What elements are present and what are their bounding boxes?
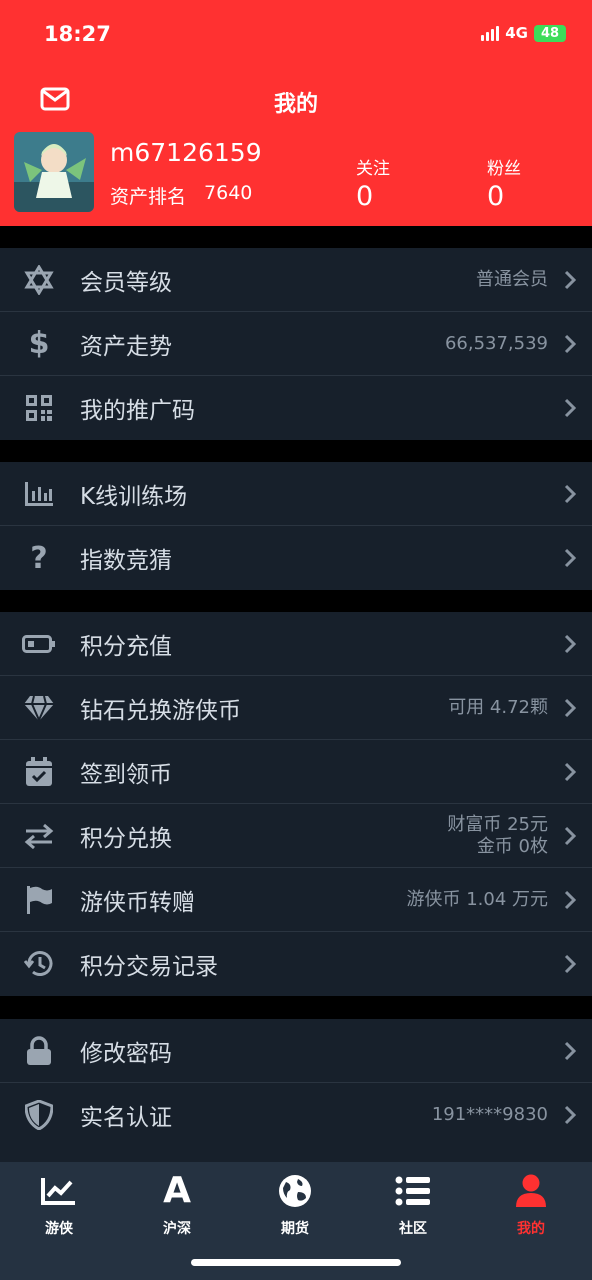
member-level-value: 普通会员 (476, 268, 548, 290)
account-section: 会员等级 普通会员 $ 资产走势 66,537,539 我的推广码 (0, 248, 592, 440)
following-count: 0 (356, 181, 374, 212)
kline-training-row[interactable]: K线训练场 (0, 462, 592, 526)
rank-label: 资产排名 (110, 186, 187, 208)
coin-balance: 游侠币 1.04 万元 (406, 888, 548, 910)
tab-label: 游侠 (45, 1221, 73, 1237)
letter-a-icon: A (163, 1170, 191, 1211)
change-password-row[interactable]: 修改密码 (0, 1019, 592, 1083)
asset-trend-row[interactable]: $ 资产走势 66,537,539 (0, 312, 592, 376)
real-name-row[interactable]: 实名认证 191****9830 (0, 1083, 592, 1147)
status-indicators: 4G 48 (481, 24, 566, 42)
username: m67126159 (110, 138, 262, 167)
bar-chart-icon (22, 477, 56, 511)
tab-futures[interactable]: 期货 (240, 1172, 350, 1238)
exchange-arrows-icon (22, 819, 56, 853)
points-section: 积分充值 钻石兑换游侠币 可用 4.72颗 签到领币 积分兑换 财富币 25元 … (0, 612, 592, 996)
tab-mine[interactable]: 我的 (476, 1172, 586, 1238)
sign-in-label: 签到领币 (80, 761, 172, 788)
diamond-available: 可用 4.72颗 (448, 696, 548, 718)
lock-icon (22, 1034, 56, 1068)
points-recharge-label: 积分充值 (80, 633, 172, 660)
globe-icon (240, 1172, 350, 1210)
promo-code-row[interactable]: 我的推广码 (0, 376, 592, 440)
shield-icon (22, 1098, 56, 1132)
points-history-row[interactable]: 积分交易记录 (0, 932, 592, 996)
change-password-label: 修改密码 (80, 1040, 172, 1067)
wealth-coin-balance: 财富币 25元 (447, 813, 548, 835)
network-type: 4G (505, 24, 528, 42)
member-level-row[interactable]: 会员等级 普通会员 (0, 248, 592, 312)
tab-label: 我的 (517, 1221, 545, 1237)
list-icon (358, 1172, 468, 1210)
chevron-right-icon (564, 1105, 576, 1125)
diamond-icon (22, 691, 56, 725)
chevron-right-icon (564, 270, 576, 289)
sign-in-row[interactable]: 签到领币 (0, 740, 592, 804)
chevron-right-icon (564, 1041, 576, 1060)
points-history-label: 积分交易记录 (80, 954, 218, 980)
diamond-exchange-label: 钻石兑换游侠币 (80, 697, 241, 724)
tab-community[interactable]: 社区 (358, 1172, 468, 1238)
tab-label: 期货 (281, 1221, 309, 1237)
flag-icon (22, 883, 56, 917)
coin-transfer-label: 游侠币转赠 (80, 889, 195, 916)
star-of-david-icon (22, 263, 56, 297)
diamond-exchange-row[interactable]: 钻石兑换游侠币 可用 4.72颗 (0, 676, 592, 740)
chevron-right-icon (564, 548, 576, 568)
real-name-phone: 191****9830 (431, 1104, 548, 1125)
chevron-right-icon (564, 698, 576, 717)
coin-transfer-row[interactable]: 游侠币转赠 游侠币 1.04 万元 (0, 868, 592, 932)
member-level-label: 会员等级 (80, 269, 172, 296)
asset-trend-value: 66,537,539 (444, 332, 548, 354)
security-section: 修改密码 实名认证 191****9830 (0, 1019, 592, 1162)
tab-label: 社区 (399, 1221, 427, 1237)
gold-coin-balance: 金币 0枚 (476, 835, 548, 857)
fans-count: 0 (487, 181, 505, 212)
profile-header: 18:27 4G 48 我的 m67126159 资产排名 7640 关注 0 … (0, 0, 592, 226)
asset-rank: 资产排名 7640 (110, 182, 252, 209)
tab-youxia[interactable]: 游侠 (4, 1172, 114, 1238)
promo-code-label: 我的推广码 (80, 398, 195, 424)
games-section: K线训练场 ? 指数竞猜 (0, 462, 592, 590)
user-icon (476, 1172, 586, 1210)
chevron-right-icon (564, 890, 576, 909)
kline-training-label: K线训练场 (80, 483, 188, 510)
rank-value: 7640 (204, 182, 253, 204)
line-chart-icon (4, 1172, 114, 1210)
avatar[interactable] (14, 132, 94, 212)
points-exchange-row[interactable]: 积分兑换 财富币 25元 金币 0枚 (0, 804, 592, 868)
chevron-right-icon (564, 484, 576, 503)
page-title: 我的 (273, 92, 318, 117)
history-icon (22, 947, 56, 981)
following-label: 关注 (356, 159, 390, 179)
home-indicator[interactable] (191, 1259, 401, 1266)
asset-trend-label: 资产走势 (80, 333, 172, 360)
chevron-right-icon (564, 762, 576, 781)
calendar-check-icon (22, 755, 56, 789)
tab-label: 沪深 (163, 1221, 191, 1237)
index-guess-label: 指数竞猜 (80, 548, 172, 574)
status-time: 18:27 (44, 22, 111, 46)
dollar-icon: $ (28, 326, 50, 361)
index-guess-row[interactable]: ? 指数竞猜 (0, 526, 592, 590)
points-exchange-label: 积分兑换 (80, 825, 172, 852)
tab-hushen[interactable]: A 沪深 (122, 1172, 232, 1238)
question-icon: ? (30, 540, 48, 576)
fans-stat[interactable]: 粉丝 0 (487, 154, 567, 212)
qr-code-icon (22, 391, 56, 425)
following-stat[interactable]: 关注 0 (356, 154, 436, 212)
chevron-right-icon (564, 634, 576, 653)
chevron-right-icon (564, 398, 576, 418)
fans-label: 粉丝 (487, 159, 521, 179)
chevron-right-icon (564, 954, 576, 974)
points-exchange-value: 财富币 25元 金币 0枚 (447, 814, 548, 858)
battery-icon: 48 (534, 24, 566, 42)
signal-icon (481, 25, 500, 41)
real-name-label: 实名认证 (80, 1105, 172, 1131)
points-recharge-row[interactable]: 积分充值 (0, 612, 592, 676)
battery-icon (22, 627, 56, 661)
chevron-right-icon (564, 334, 576, 353)
chevron-right-icon (564, 826, 576, 845)
